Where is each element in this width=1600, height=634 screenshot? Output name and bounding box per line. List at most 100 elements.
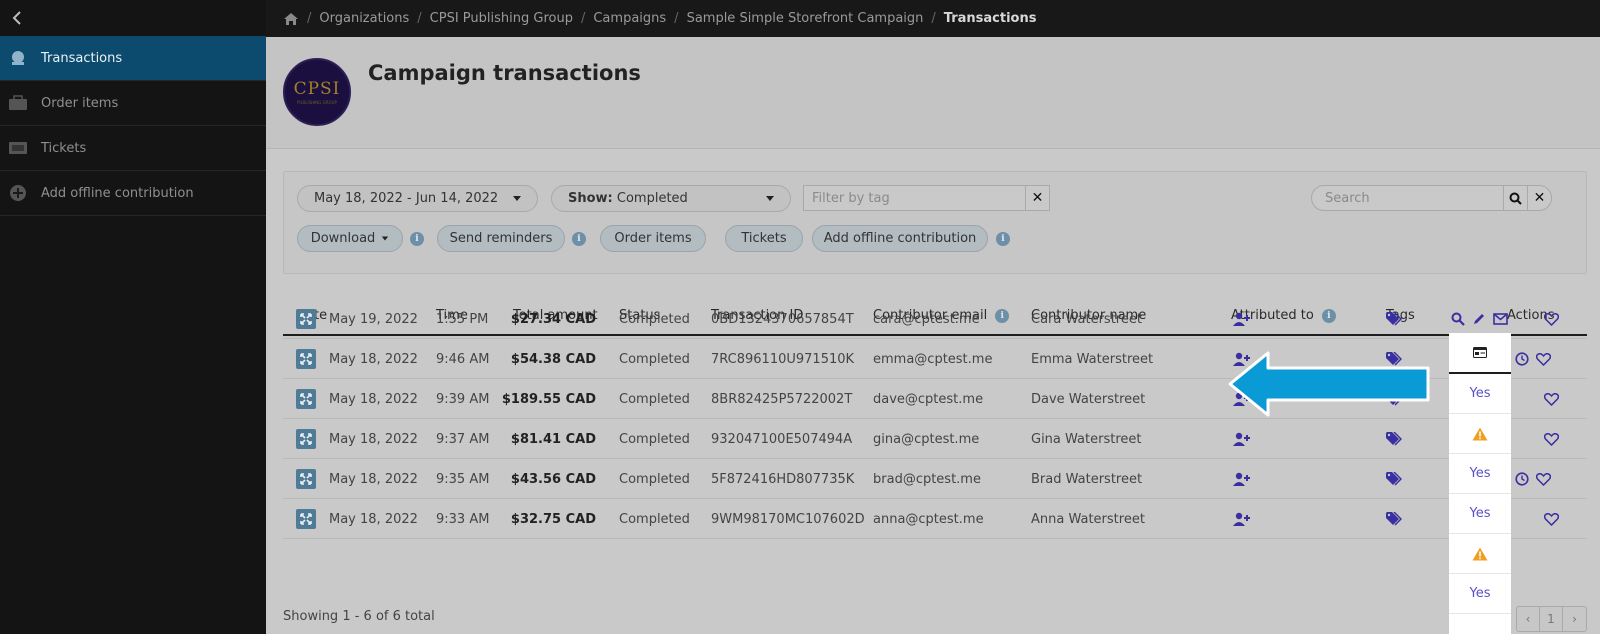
search-button[interactable] xyxy=(1503,186,1527,210)
column-card-header[interactable] xyxy=(1449,333,1511,374)
add-offline-contribution-button[interactable]: Add offline contribution xyxy=(812,225,988,252)
breadcrumb-organization[interactable]: CPSI Publishing Group xyxy=(430,11,573,26)
tag-filter-placeholder: Filter by tag xyxy=(812,190,890,206)
download-button[interactable]: Download xyxy=(297,225,403,252)
info-icon[interactable]: i xyxy=(996,232,1010,246)
organization-logo: CPSI PUBLISHING GROUP xyxy=(283,58,351,126)
tag-filter-input[interactable]: Filter by tag ✕ xyxy=(803,185,1050,211)
order-items-button[interactable]: Order items xyxy=(600,225,706,252)
warning-icon[interactable] xyxy=(1449,534,1511,574)
collapse-sidebar-button[interactable] xyxy=(0,0,266,36)
tickets-button[interactable]: Tickets xyxy=(725,225,803,252)
heart-icon[interactable] xyxy=(1544,392,1559,406)
next-page-button[interactable]: › xyxy=(1563,607,1586,631)
page-number-button[interactable]: 1 xyxy=(1540,607,1563,631)
attribute-user-button[interactable] xyxy=(1233,299,1251,339)
cell-transaction-id: 932047100E507494A xyxy=(711,431,853,447)
clock-icon[interactable] xyxy=(1515,472,1529,486)
cell-transaction-id: 5F872416HD807735K xyxy=(711,471,855,487)
heart-icon[interactable] xyxy=(1544,312,1559,326)
cell-contributor-name: Gina Waterstreet xyxy=(1031,431,1142,447)
clock-icon[interactable] xyxy=(1515,352,1529,366)
cell-contributor-email: cara@cptest.me xyxy=(873,311,980,327)
tags-button[interactable] xyxy=(1386,419,1402,459)
sidebar-item-order-items[interactable]: Order items xyxy=(0,81,266,126)
show-status-dropdown[interactable]: Show: Completed xyxy=(551,185,791,212)
cell-contributor-email: anna@cptest.me xyxy=(873,511,984,527)
tags-button[interactable] xyxy=(1386,499,1402,539)
cell-contributor-name: Cara Waterstreet xyxy=(1031,311,1142,327)
expand-icon xyxy=(296,429,316,449)
user-plus-icon xyxy=(1233,432,1250,446)
tags-icon xyxy=(1386,432,1402,446)
sidebar-item-label: Add offline contribution xyxy=(41,185,194,201)
heart-icon[interactable] xyxy=(1536,472,1551,486)
sidebar-item-label: Order items xyxy=(41,95,119,111)
previous-page-button[interactable]: ‹ xyxy=(1517,607,1540,631)
table-row: May 18, 2022 9:35 AM $43.56 CAD Completed 5F… xyxy=(283,459,1587,499)
expand-icon xyxy=(296,389,316,409)
sidebar-item-add-offline-contribution[interactable]: Add offline contribution xyxy=(0,171,266,216)
expand-row-button[interactable] xyxy=(296,379,316,419)
heart-icon[interactable] xyxy=(1544,512,1559,526)
tags-button[interactable] xyxy=(1386,459,1402,499)
expand-row-button[interactable] xyxy=(296,339,316,379)
money-bag-icon xyxy=(8,49,28,67)
attribute-user-button[interactable] xyxy=(1233,499,1251,539)
cell-status: Completed xyxy=(619,351,690,367)
breadcrumb-current: Transactions xyxy=(943,11,1037,26)
expand-row-button[interactable] xyxy=(296,299,316,339)
home-icon[interactable] xyxy=(283,12,299,26)
filters-panel: May 18, 2022 - Jun 14, 2022 Show: Comple… xyxy=(283,171,1587,274)
tags-icon xyxy=(1386,312,1402,326)
expand-row-button[interactable] xyxy=(296,419,316,459)
sidebar-item-label: Transactions xyxy=(41,50,123,66)
cell-status: Completed xyxy=(619,391,690,407)
envelope-icon[interactable] xyxy=(1493,313,1508,325)
pencil-icon[interactable] xyxy=(1472,312,1486,326)
caret-down-icon xyxy=(382,236,389,241)
cell-contributor-email: brad@cptest.me xyxy=(873,471,981,487)
breadcrumb-organizations[interactable]: Organizations xyxy=(319,11,409,26)
clear-search-button[interactable]: ✕ xyxy=(1527,186,1551,210)
tags-button[interactable] xyxy=(1386,299,1402,339)
expand-row-button[interactable] xyxy=(296,459,316,499)
send-reminders-label: Send reminders xyxy=(449,231,553,246)
cell-date: May 19, 2022 xyxy=(329,311,418,327)
breadcrumb-campaign[interactable]: Sample Simple Storefront Campaign xyxy=(687,11,924,26)
cell-contributor-email: dave@cptest.me xyxy=(873,391,984,407)
breadcrumb-separator: / xyxy=(307,11,312,26)
warning-icon[interactable] xyxy=(1449,414,1511,454)
card-status-yes: Yes xyxy=(1449,574,1511,614)
info-icon[interactable]: i xyxy=(410,232,424,246)
cell-date: May 18, 2022 xyxy=(329,351,418,367)
cell-total-amount: $189.55 CAD xyxy=(501,391,596,407)
attribute-user-button[interactable] xyxy=(1233,459,1251,499)
clear-tag-filter-button[interactable]: ✕ xyxy=(1025,186,1049,210)
pagination-summary: Showing 1 - 6 of 6 total xyxy=(283,609,435,624)
expand-row-button[interactable] xyxy=(296,499,316,539)
cell-time: 9:37 AM xyxy=(436,431,490,447)
logo-text: CPSI xyxy=(293,79,341,99)
cell-date: May 18, 2022 xyxy=(329,511,418,527)
sidebar-item-transactions[interactable]: Transactions xyxy=(0,36,266,81)
search-icon[interactable] xyxy=(1451,312,1465,326)
attribute-user-button[interactable] xyxy=(1233,419,1251,459)
logo-subtext: PUBLISHING GROUP xyxy=(297,100,337,105)
send-reminders-button[interactable]: Send reminders xyxy=(437,225,565,252)
heart-icon[interactable] xyxy=(1536,352,1551,366)
sidebar-item-tickets[interactable]: Tickets xyxy=(0,126,266,171)
sidebar: Transactions Order items Tickets Add off… xyxy=(0,0,266,634)
date-range-dropdown[interactable]: May 18, 2022 - Jun 14, 2022 xyxy=(297,185,538,212)
search-input[interactable]: Search ✕ xyxy=(1311,185,1552,211)
cell-total-amount: $81.41 CAD xyxy=(510,431,596,447)
plus-circle-icon xyxy=(8,184,28,202)
breadcrumb-campaigns[interactable]: Campaigns xyxy=(593,11,666,26)
card-status-yes: Yes xyxy=(1449,494,1511,534)
info-icon[interactable]: i xyxy=(572,232,586,246)
cell-date: May 18, 2022 xyxy=(329,391,418,407)
heart-icon[interactable] xyxy=(1544,432,1559,446)
card-status-yes: Yes xyxy=(1449,454,1511,494)
page-header: CPSI PUBLISHING GROUP Campaign transacti… xyxy=(266,37,1600,149)
cell-transaction-id: 9WM98170MC107602D xyxy=(711,511,865,527)
